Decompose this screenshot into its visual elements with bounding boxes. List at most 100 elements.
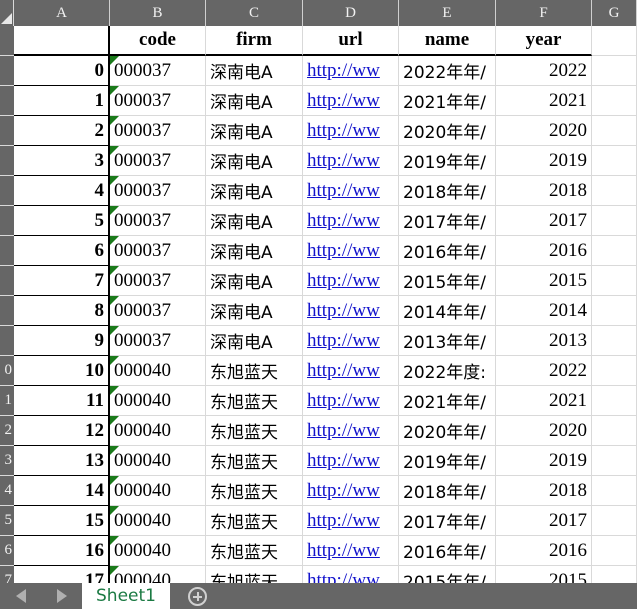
cell-index[interactable]: 12 [14,416,110,446]
cell-url[interactable]: http://ww [303,416,399,446]
cell-url[interactable]: http://ww [303,566,399,583]
cell-year[interactable]: 2017 [496,506,592,536]
previous-sheet-arrow-icon[interactable] [15,589,26,603]
cell-index[interactable]: 11 [14,386,110,416]
cell-empty-g[interactable] [592,566,637,583]
add-sheet-button[interactable] [170,583,226,609]
cell-firm[interactable]: 深南电A [206,56,303,86]
sheet-tab-sheet1[interactable]: Sheet1 [82,583,170,609]
cell-empty-g[interactable] [592,176,637,206]
cell-code[interactable]: 000040 [110,446,206,476]
cell-name[interactable]: 2017年年/ [399,206,496,236]
cell-name[interactable]: 2016年年/ [399,236,496,266]
cell-name[interactable]: 2020年年/ [399,116,496,146]
cell-code[interactable]: 000037 [110,206,206,236]
cell-firm[interactable]: 深南电A [206,296,303,326]
row-header[interactable] [0,176,14,206]
cell-firm[interactable]: 深南电A [206,146,303,176]
column-header-g[interactable]: G [592,0,637,26]
column-header-a[interactable]: A [14,0,110,26]
cell-empty-g[interactable] [592,236,637,266]
cell-code[interactable]: 000037 [110,56,206,86]
cell-index[interactable]: 16 [14,536,110,566]
next-sheet-arrow-icon[interactable] [56,589,67,603]
cell-code[interactable]: 000040 [110,356,206,386]
cell-code[interactable]: 000037 [110,236,206,266]
cell-url[interactable]: http://ww [303,506,399,536]
sheet-nav-arrows[interactable] [0,583,82,609]
row-header[interactable] [0,26,14,56]
cell-code[interactable]: 000037 [110,296,206,326]
cell-index[interactable]: 3 [14,146,110,176]
row-header[interactable] [0,56,14,86]
column-header-f[interactable]: F [496,0,592,26]
cell-url[interactable]: http://ww [303,326,399,356]
row-header[interactable] [0,266,14,296]
cell-name[interactable]: 2022年年/ [399,56,496,86]
cell-name[interactable]: 2021年年/ [399,86,496,116]
cell-name[interactable]: 2018年年/ [399,176,496,206]
cell-year[interactable]: 2021 [496,86,592,116]
cell-name[interactable]: 2019年年/ [399,446,496,476]
cell-index[interactable]: 7 [14,266,110,296]
cell-empty-g[interactable] [592,536,637,566]
row-header[interactable]: 3 [0,446,14,476]
header-cell-g[interactable] [592,26,637,56]
cell-firm[interactable]: 深南电A [206,116,303,146]
header-cell-f[interactable]: year [496,26,592,56]
cell-url[interactable]: http://ww [303,296,399,326]
cell-firm[interactable]: 东旭蓝天 [206,476,303,506]
cell-url[interactable]: http://ww [303,236,399,266]
cell-code[interactable]: 000040 [110,386,206,416]
cell-code[interactable]: 000037 [110,326,206,356]
row-header[interactable] [0,296,14,326]
cell-code[interactable]: 000037 [110,86,206,116]
cell-firm[interactable]: 深南电A [206,206,303,236]
header-cell-d[interactable]: url [303,26,399,56]
cell-name[interactable]: 2022年度: [399,356,496,386]
cell-empty-g[interactable] [592,506,637,536]
cell-year[interactable]: 2016 [496,236,592,266]
cell-url[interactable]: http://ww [303,146,399,176]
cell-index[interactable]: 1 [14,86,110,116]
cell-url[interactable]: http://ww [303,176,399,206]
cell-code[interactable]: 000040 [110,476,206,506]
row-header[interactable] [0,86,14,116]
header-cell-a[interactable] [14,26,110,56]
cell-firm[interactable]: 东旭蓝天 [206,446,303,476]
cell-firm[interactable]: 深南电A [206,266,303,296]
cell-name[interactable]: 2013年年/ [399,326,496,356]
row-header[interactable]: 6 [0,536,14,566]
column-header-d[interactable]: D [303,0,399,26]
cell-empty-g[interactable] [592,416,637,446]
cell-name[interactable]: 2021年年/ [399,386,496,416]
cell-year[interactable]: 2016 [496,536,592,566]
cell-firm[interactable]: 深南电A [206,86,303,116]
header-cell-b[interactable]: code [110,26,206,56]
cell-index[interactable]: 6 [14,236,110,266]
cell-index[interactable]: 13 [14,446,110,476]
cell-name[interactable]: 2015年年/ [399,566,496,583]
cell-name[interactable]: 2014年年/ [399,296,496,326]
column-header-e[interactable]: E [399,0,496,26]
cell-name[interactable]: 2017年年/ [399,506,496,536]
header-cell-e[interactable]: name [399,26,496,56]
cell-index[interactable]: 15 [14,506,110,536]
sheet-grid[interactable]: code firm url name year 0 000037 深南电A http://ww 2… [0,26,637,583]
cell-name[interactable]: 2016年年/ [399,536,496,566]
cell-year[interactable]: 2013 [496,326,592,356]
cell-year[interactable]: 2021 [496,386,592,416]
cell-code[interactable]: 000037 [110,146,206,176]
cell-firm[interactable]: 东旭蓝天 [206,566,303,583]
row-header[interactable]: 2 [0,416,14,446]
row-header[interactable]: 7 [0,566,14,583]
cell-empty-g[interactable] [592,446,637,476]
row-header[interactable] [0,116,14,146]
row-header[interactable] [0,206,14,236]
cell-year[interactable]: 2019 [496,146,592,176]
cell-year[interactable]: 2015 [496,566,592,583]
cell-index[interactable]: 4 [14,176,110,206]
cell-year[interactable]: 2019 [496,446,592,476]
cell-firm[interactable]: 深南电A [206,236,303,266]
cell-url[interactable]: http://ww [303,56,399,86]
